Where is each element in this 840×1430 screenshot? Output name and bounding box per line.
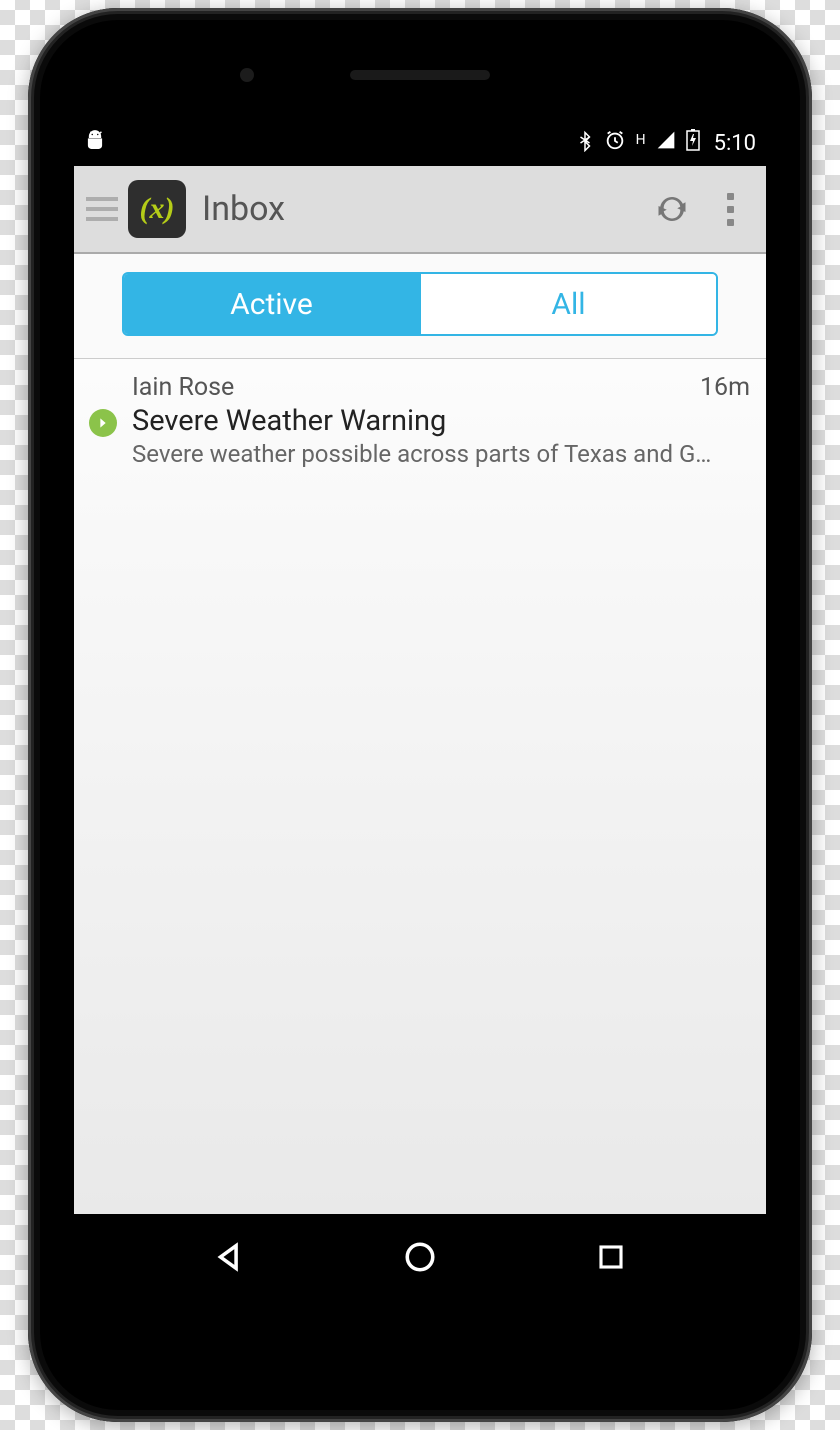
segment-control: Active All bbox=[122, 272, 718, 336]
tab-active[interactable]: Active bbox=[124, 274, 419, 334]
message-body: Iain Rose 16m Severe Weather Warning Sev… bbox=[132, 373, 750, 468]
refresh-button[interactable] bbox=[648, 185, 696, 233]
tab-all[interactable]: All bbox=[419, 274, 716, 334]
phone-bezel: H 5:10 (x) Inbox bbox=[40, 20, 800, 1410]
home-button[interactable] bbox=[390, 1227, 450, 1287]
message-time: 16m bbox=[700, 373, 750, 402]
status-bar: H 5:10 bbox=[74, 120, 766, 166]
phone-earpiece bbox=[350, 70, 490, 80]
message-row[interactable]: Iain Rose 16m Severe Weather Warning Sev… bbox=[74, 359, 766, 482]
menu-icon[interactable] bbox=[86, 197, 118, 221]
message-subject: Severe Weather Warning bbox=[132, 404, 750, 438]
page-title: Inbox bbox=[202, 189, 285, 229]
back-button[interactable] bbox=[199, 1227, 259, 1287]
circle-home-icon bbox=[403, 1240, 437, 1274]
dot-icon bbox=[727, 193, 734, 200]
overflow-menu-button[interactable] bbox=[706, 185, 754, 233]
message-preview: Severe weather possible across parts of … bbox=[132, 440, 750, 468]
square-recents-icon bbox=[596, 1242, 626, 1272]
alarm-icon bbox=[604, 129, 626, 157]
message-status-col bbox=[84, 373, 122, 468]
android-debug-icon bbox=[84, 129, 106, 157]
system-nav-bar bbox=[74, 1214, 766, 1300]
signal-icon bbox=[656, 130, 676, 156]
app-icon[interactable]: (x) bbox=[128, 180, 186, 238]
action-bar: (x) Inbox bbox=[74, 166, 766, 254]
refresh-icon bbox=[654, 191, 690, 227]
signal-type-label: H bbox=[636, 132, 646, 148]
message-sender: Iain Rose bbox=[132, 373, 234, 402]
tab-bar: Active All bbox=[74, 254, 766, 359]
device-screen: H 5:10 (x) Inbox bbox=[74, 120, 766, 1300]
phone-sensor bbox=[240, 68, 254, 82]
bluetooth-icon bbox=[576, 128, 594, 158]
arrow-right-icon bbox=[89, 409, 117, 437]
message-list[interactable]: Iain Rose 16m Severe Weather Warning Sev… bbox=[74, 359, 766, 1214]
recents-button[interactable] bbox=[581, 1227, 641, 1287]
phone-device-frame: H 5:10 (x) Inbox bbox=[28, 8, 812, 1422]
triangle-back-icon bbox=[212, 1240, 246, 1274]
dot-icon bbox=[727, 206, 734, 213]
battery-icon bbox=[686, 129, 700, 157]
dot-icon bbox=[727, 219, 734, 226]
app-icon-glyph: (x) bbox=[140, 192, 175, 226]
status-clock: 5:10 bbox=[714, 131, 756, 156]
